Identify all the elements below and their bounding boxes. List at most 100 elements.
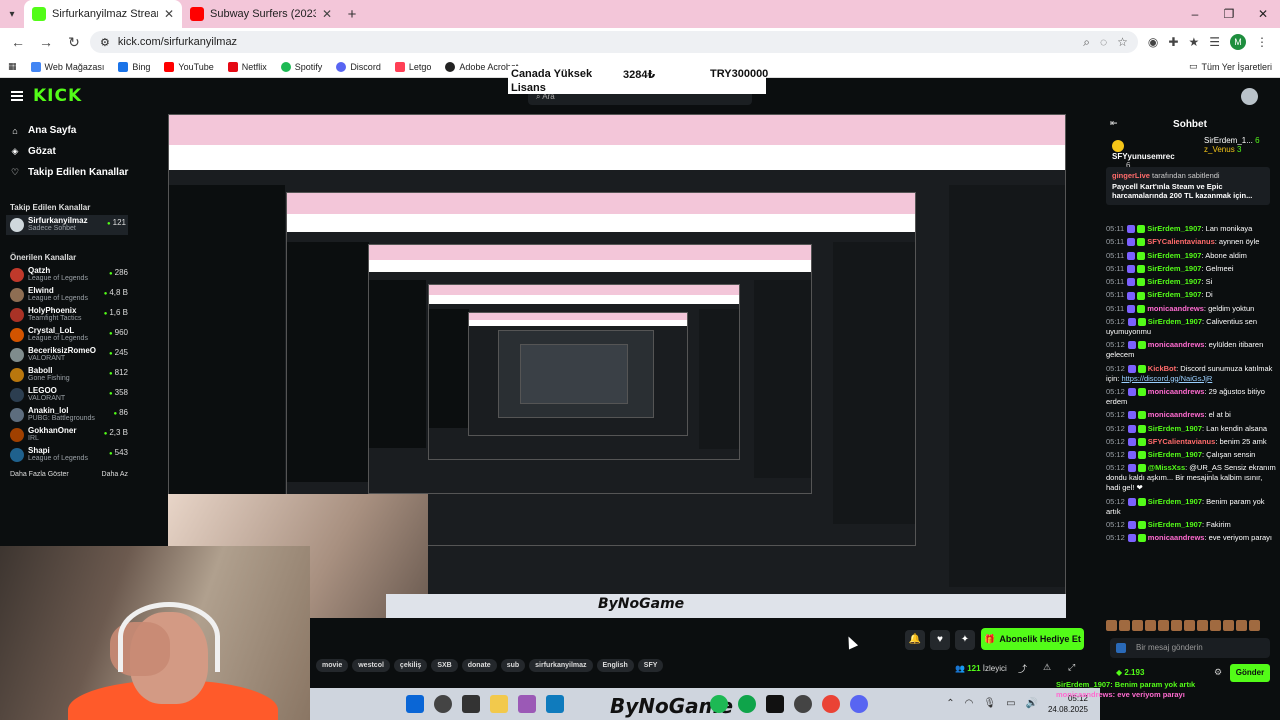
recommended-channel[interactable]: BabollGone Fishing812 [0,365,138,385]
site-info-icon[interactable]: ⚙ [100,36,110,49]
message-user[interactable]: SirErdem_1907 [1147,290,1201,299]
message-user[interactable]: @MissXss [1148,463,1185,472]
edge-icon[interactable] [546,695,564,713]
message-user[interactable]: SFYCalientavianus [1148,437,1216,446]
video-player[interactable]: ByNoGame [168,114,1066,618]
message-user[interactable]: monicaandrews [1148,340,1205,349]
chrome-icon[interactable] [822,695,840,713]
recommended-channel[interactable]: HolyPhoenixTeamfight Tactics1,6 B [0,305,138,325]
message-user[interactable]: monicaandrews [1148,533,1205,542]
apps-grid-icon[interactable]: ▦ [8,61,17,72]
task-view-icon[interactable] [462,695,480,713]
recommended-channel[interactable]: BeceriksizRomeOVALORANT245 [0,345,138,365]
recommended-channel[interactable]: GokhanOnerIRL2,3 B [0,425,138,445]
message-user[interactable]: KickBot [1148,364,1176,373]
mic-icon[interactable]: 🎙 [983,698,996,709]
tab-close-icon[interactable]: ✕ [164,7,174,21]
message-user[interactable]: SirErdem_1907 [1148,497,1202,506]
chat-input[interactable]: Bir mesaj gönderin [1110,638,1270,658]
bookmark-web-store[interactable]: Web Mağazası [30,61,104,72]
all-bookmarks[interactable]: ▭ Tüm Yer İşaretleri [1189,61,1272,72]
bookmark-bing[interactable]: Bing [118,61,150,72]
tab-search-icon[interactable]: ▾ [0,0,24,28]
emote-icon[interactable] [1106,620,1117,631]
emote-icon[interactable] [1223,620,1234,631]
bookmark-netflix[interactable]: Netflix [227,61,267,72]
channel-points[interactable]: ◆ 2.193 [1116,668,1144,677]
back-icon[interactable]: ← [6,34,30,50]
bookmark-spotify[interactable]: Spotify [280,61,322,72]
message-user[interactable]: SFYCalientavianus [1147,237,1215,246]
emote-icon[interactable] [1249,620,1260,631]
pinned-message[interactable]: gingerLive tarafından sabitlendi Paycell… [1106,167,1270,205]
emote-icon[interactable] [1171,620,1182,631]
extensions-puzzle-icon[interactable]: ✚ [1168,35,1178,49]
kick-logo[interactable]: KICK [33,86,82,106]
tab-close-icon[interactable]: ✕ [322,7,332,21]
recommended-channel[interactable]: Anakin_lolPUBG: Battlegrounds86 [0,405,138,425]
profile-avatar[interactable]: M [1230,34,1246,50]
message-user[interactable]: monicaandrews [1148,387,1205,396]
emote-icon[interactable] [1184,620,1195,631]
emote-icon[interactable] [1145,620,1156,631]
leader-second[interactable]: SirErdem_1... 6 z_Venus 3 [1204,136,1272,154]
zoom-icon[interactable]: ⌕ [1083,35,1090,50]
heart-icon[interactable]: ♥ [930,630,950,650]
recommended-channel[interactable]: LEGOOVALORANT358 [0,385,138,405]
message-user[interactable]: SirErdem_1907 [1147,277,1201,286]
sidebar-item-following[interactable]: ♡ Takip Edilen Kanallar [0,162,138,183]
recommended-channel[interactable]: ElwindLeague of Legends4,8 B [0,285,138,305]
followed-channel[interactable]: Sirfurkanyilmaz Sadece Sohbet 121 [6,215,128,235]
recommended-channel[interactable]: QatzhLeague of Legends286 [0,265,138,285]
bookmark-star-icon[interactable]: ☆ [1117,35,1128,50]
message-user[interactable]: SirErdem_1907 [1148,450,1202,459]
menu-icon[interactable] [11,91,23,101]
copilot-icon[interactable] [518,695,536,713]
stream-tag[interactable]: sirfurkanyilmaz [529,659,593,672]
reload-icon[interactable]: ↻ [62,34,86,51]
collapse-chat-icon[interactable]: ⇤ [1110,118,1118,129]
tab-kick-stream[interactable]: Sirfurkanyilmaz Stream - Watch ✕ [24,0,182,28]
search-icon[interactable] [434,695,452,713]
file-explorer-icon[interactable] [490,695,508,713]
obs-icon[interactable] [794,695,812,713]
sidebar-item-home[interactable]: ⌂ Ana Sayfa [0,120,138,141]
tab-subway-surfers[interactable]: Subway Surfers (2023) - Gamep ✕ [182,0,340,28]
minimize-icon[interactable]: – [1178,7,1212,21]
message-user[interactable]: monicaandrews [1147,304,1204,313]
stream-tag[interactable]: donate [461,659,497,672]
reading-list-icon[interactable]: ☰ [1209,35,1220,49]
emote-icon[interactable] [1210,620,1221,631]
sidebar-item-browse[interactable]: ◈ Gözat [0,141,138,162]
terminal-icon[interactable] [766,695,784,713]
emote-icon[interactable] [1197,620,1208,631]
gift-subscription-button[interactable]: 🎁 Abonelik Hediye Et [981,628,1084,650]
stream-tag[interactable]: English [596,659,634,672]
bookmarks-star-icon[interactable]: ★ [1188,35,1199,49]
eye-off-icon[interactable]: ◌ [1100,35,1107,50]
stream-tag[interactable]: movie [316,659,349,672]
windows-start-icon[interactable] [406,695,424,713]
stream-tag[interactable]: SFY [637,659,664,672]
emote-icon[interactable] [1158,620,1169,631]
new-tab-button[interactable]: + [340,6,364,23]
chat-settings-icon[interactable]: ⚙ [1214,667,1222,678]
forward-icon[interactable]: → [34,34,58,50]
tray-chevron-icon[interactable]: ⌃ [946,698,954,709]
theater-mode-icon[interactable]: ⤢ [1068,662,1075,673]
message-user[interactable]: SirErdem_1907 [1148,520,1202,529]
message-user[interactable]: monicaandrews [1148,410,1205,419]
address-bar[interactable]: ⚙ kick.com/sirfurkanyilmaz ⌕ ◌ ☆ [90,31,1138,53]
extension-color-icon[interactable]: ◉ [1148,35,1158,49]
bell-icon[interactable]: 🔔 [905,630,925,650]
bookmark-letgo[interactable]: Letgo [394,61,431,72]
stream-tag[interactable]: westcol [352,659,390,672]
recommended-channel[interactable]: Crystal_LoLLeague of Legends960 [0,325,138,345]
message-user[interactable]: SirErdem_1907 [1147,264,1201,273]
emote-icon[interactable] [1132,620,1143,631]
stream-tag[interactable]: SXB [431,659,458,672]
emote-icon[interactable] [1119,620,1130,631]
show-less-link[interactable]: Daha Az [102,471,128,478]
spotify-icon[interactable] [710,695,728,713]
sparkle-icon[interactable]: ✦ [955,630,975,650]
